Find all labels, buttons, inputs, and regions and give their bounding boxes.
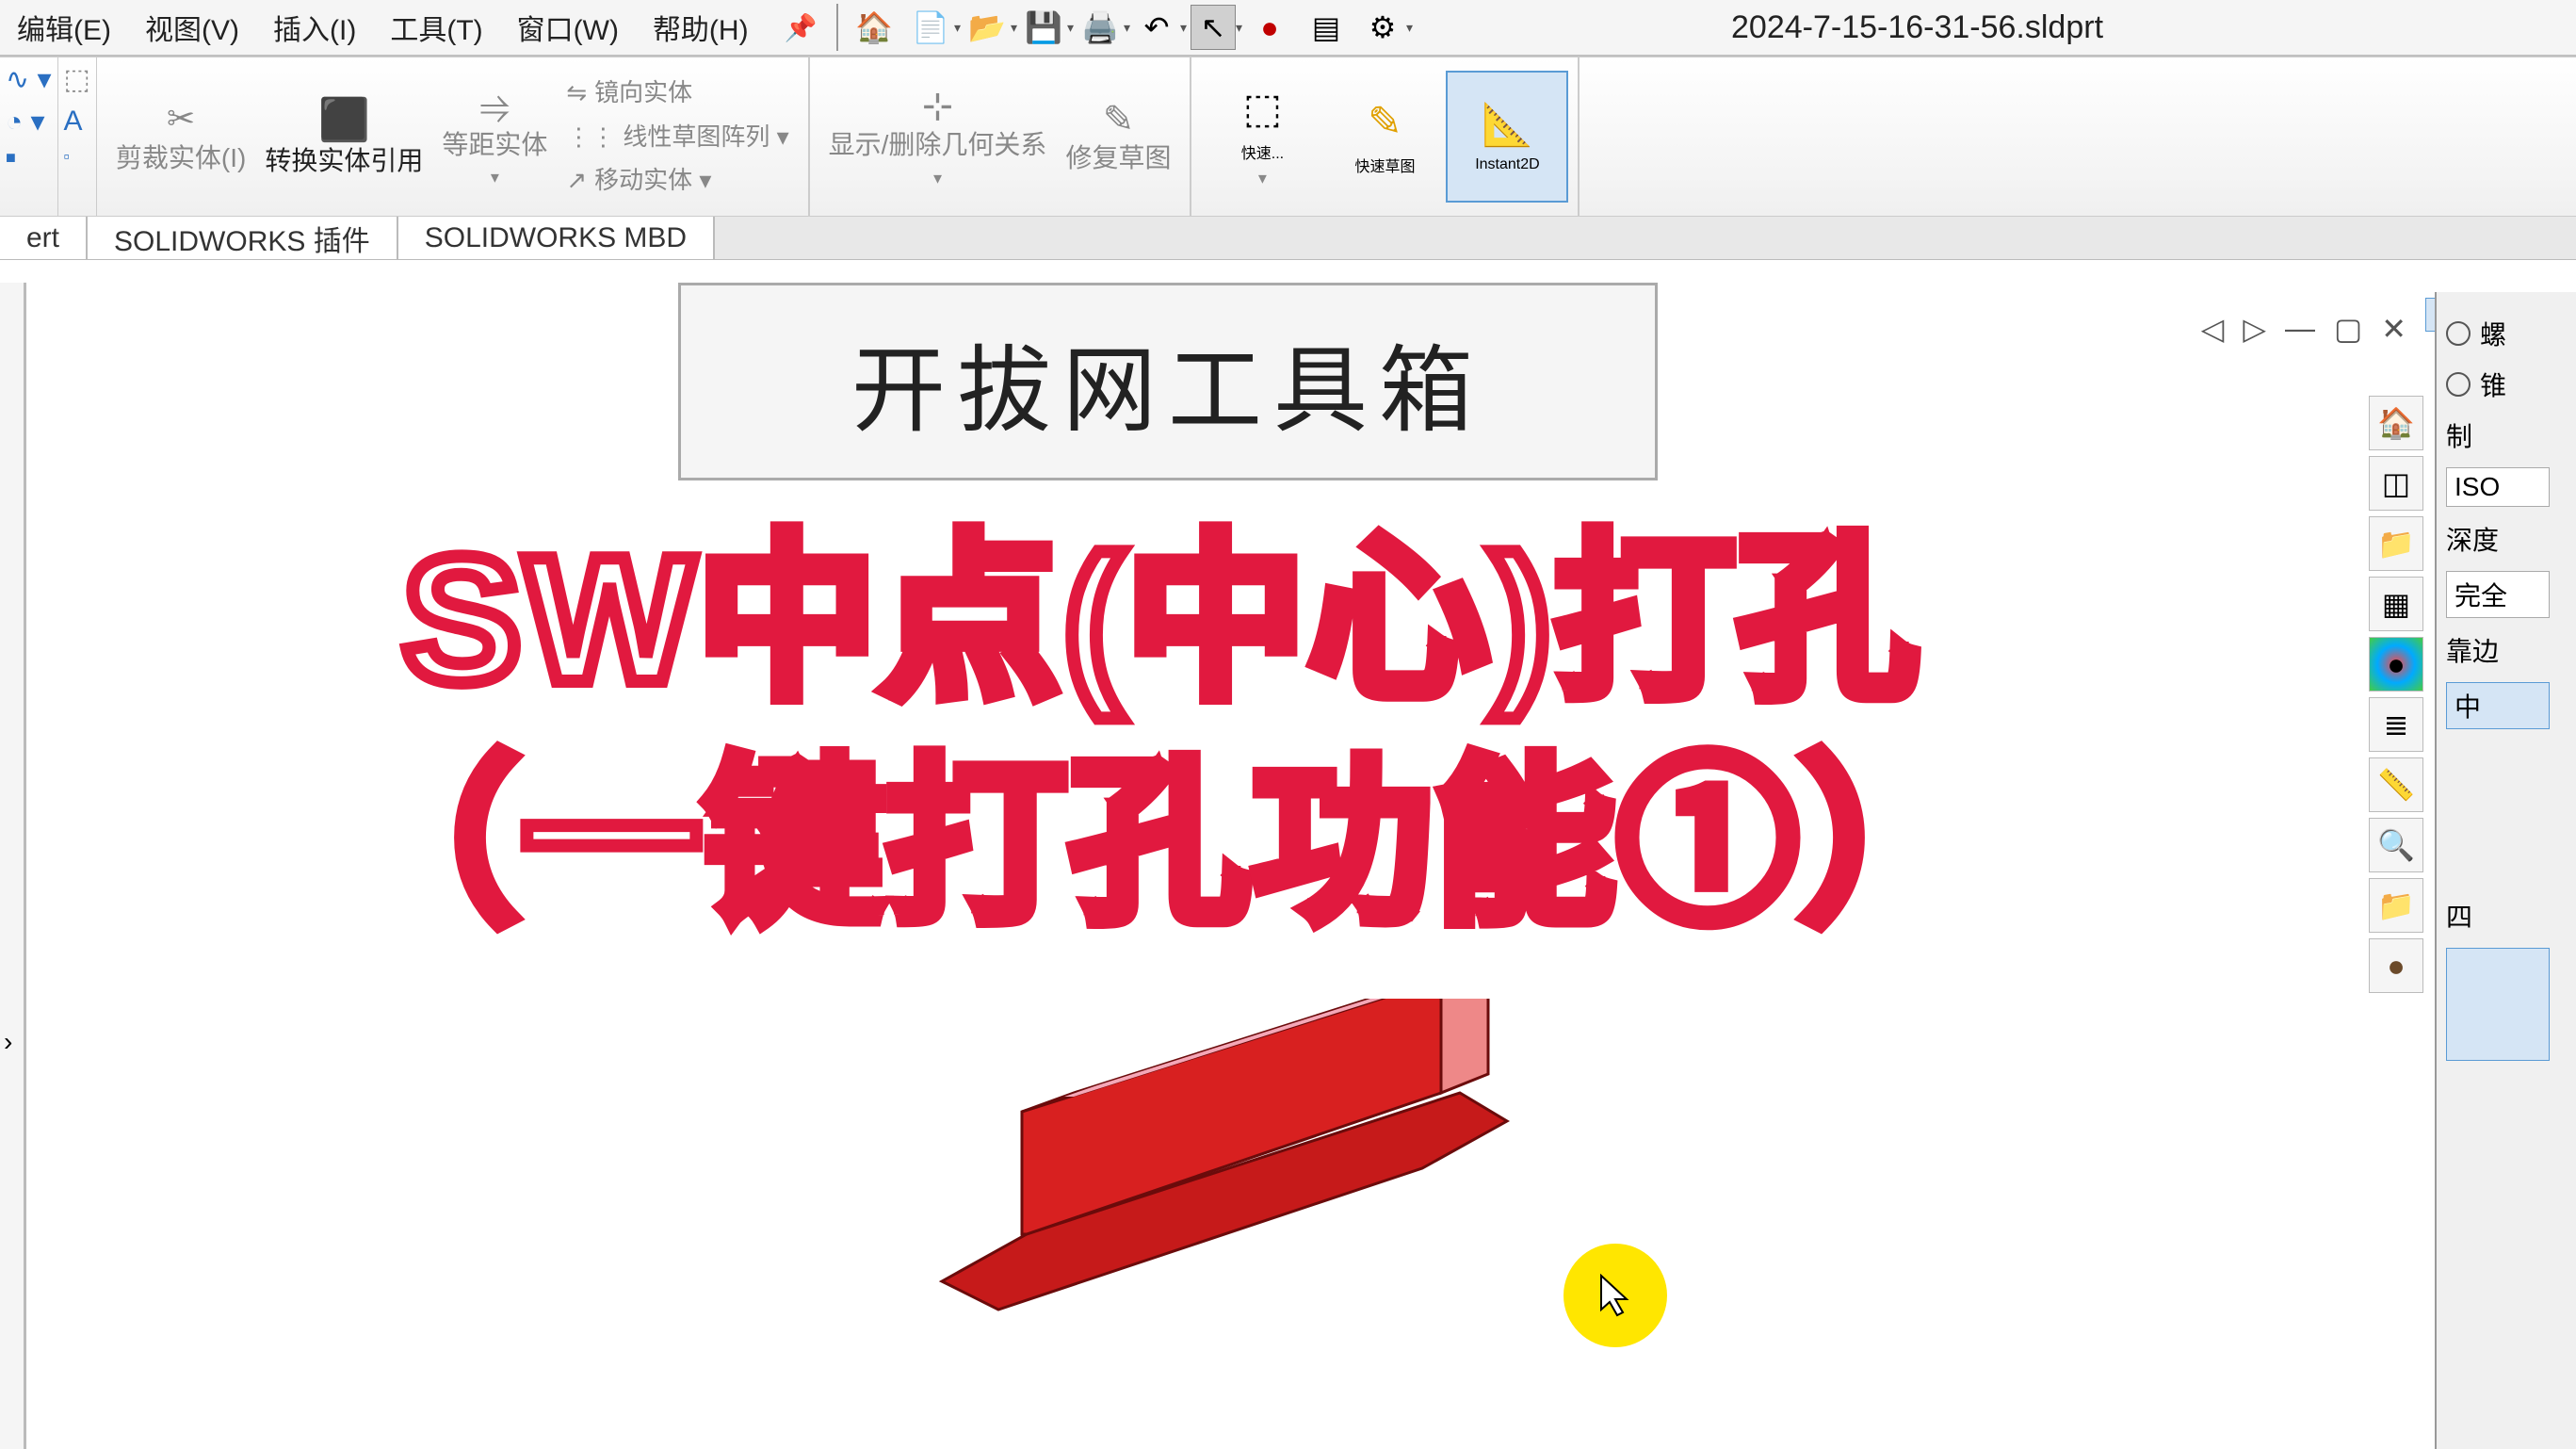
radio-taper-label: 锥	[2480, 366, 2506, 403]
prev-view-button[interactable]: ◁	[2201, 311, 2225, 347]
measure-icon[interactable]: 📏	[2369, 757, 2423, 812]
divider	[836, 4, 838, 51]
overlay-caption: SW中点(中心)打孔 （一键打孔功能①）	[339, 509, 1984, 956]
bbox-icon[interactable]: ▦	[2369, 577, 2423, 631]
view-toolbar: 🏠 ◫ 📁 ▦ ● ≣ 📏 🔍 📁 ●	[2369, 396, 2425, 993]
standard-label: 制	[2446, 416, 2472, 454]
rapid-button[interactable]: ⬚ 快速... ▾	[1201, 71, 1323, 203]
cursor-arrow-icon	[1596, 1274, 1634, 1317]
quad-label: 四	[2446, 897, 2472, 935]
undo-button[interactable]: ↶	[1134, 5, 1179, 50]
task-pane: 螺 锥 制 ISO 深度 完全 靠边 中 四	[2435, 292, 2576, 1449]
show-delete-relations-button[interactable]: 显示/删除几何关系	[829, 128, 1047, 162]
origin-marker-icon: ›	[4, 1018, 12, 1066]
radio-taper[interactable]	[2446, 372, 2471, 397]
repair-sketch-button[interactable]: 修复草图	[1065, 141, 1171, 175]
settings-button[interactable]: ⚙	[1360, 5, 1405, 50]
edge-label: 靠边	[2446, 631, 2499, 669]
mirror-entities-button[interactable]: ⇋镜向实体	[566, 71, 692, 115]
pin-icon[interactable]: 📌	[785, 12, 818, 43]
rebuild-status-icon[interactable]: ●	[1247, 5, 1292, 50]
print-button[interactable]: 🖨️	[1077, 5, 1123, 50]
minimize-button[interactable]: —	[2285, 311, 2315, 347]
save-button[interactable]: 💾	[1021, 5, 1066, 50]
sketch-text-icon[interactable]: A	[64, 106, 90, 138]
rapid-sketch-button[interactable]: ✎ 快速草图	[1323, 71, 1446, 203]
appearance-icon[interactable]: ●	[2369, 637, 2423, 692]
depth-field[interactable]: 完全	[2446, 571, 2550, 618]
sketch-arc-icon[interactable]: ◔ ▾	[6, 106, 52, 138]
sketch-dim-icon[interactable]: ⬚	[64, 63, 90, 96]
quad-field[interactable]	[2446, 948, 2550, 1061]
list-icon[interactable]: ≣	[2369, 697, 2423, 752]
menu-window[interactable]: 窗口(W)	[500, 7, 636, 48]
maximize-button[interactable]: ▢	[2334, 311, 2362, 347]
next-view-button[interactable]: ▷	[2243, 311, 2266, 347]
ribbon: ∿ ▾ ◔ ▾ ■ ⬚ A ▫ ✂ 剪裁实体(I) ⬛ 转换实体引用 ⥤ 等距实…	[0, 57, 2576, 217]
menu-edit[interactable]: 编辑(E)	[0, 7, 128, 48]
home-view-icon[interactable]: 🏠	[2369, 396, 2423, 450]
edge-field[interactable]: 中	[2446, 682, 2550, 729]
cursor-highlight	[1563, 1244, 1667, 1347]
command-tabs: ert SOLIDWORKS 插件 SOLIDWORKS MBD	[0, 217, 2576, 260]
radio-thread[interactable]	[2446, 321, 2471, 346]
menu-view[interactable]: 视图(V)	[128, 7, 256, 48]
instant2d-button[interactable]: 📐 Instant2D	[1446, 71, 1568, 203]
open-button[interactable]: 📂	[964, 5, 1010, 50]
trim-entities-button[interactable]: 剪裁实体(I)	[116, 141, 246, 175]
material-folder-icon[interactable]: 📁	[2369, 878, 2423, 933]
document-title: 2024-7-15-16-31-56.sldprt	[1731, 9, 2103, 46]
sphere-shade-icon[interactable]: ●	[2369, 938, 2423, 993]
feature-tree-panel: ›	[0, 283, 26, 1449]
standard-field[interactable]: ISO	[2446, 467, 2550, 507]
convert-entities-button[interactable]: 转换实体引用	[265, 144, 423, 178]
linear-pattern-button[interactable]: ⋮⋮线性草图阵列 ▾	[566, 115, 788, 159]
close-button[interactable]: ✕	[2381, 311, 2406, 347]
menu-insert[interactable]: 插入(I)	[256, 7, 373, 48]
sketch-point-icon[interactable]: ■	[6, 148, 52, 168]
isometric-view-icon[interactable]: ◫	[2369, 456, 2423, 511]
offset-entities-button[interactable]: 等距实体	[442, 128, 547, 162]
folder-icon[interactable]: 📁	[2369, 516, 2423, 571]
tab-solidworks-addin[interactable]: SOLIDWORKS 插件	[88, 217, 398, 259]
menu-tools[interactable]: 工具(T)	[373, 7, 499, 48]
select-button[interactable]: ↖	[1191, 5, 1236, 50]
move-entities-button[interactable]: ↗移动实体 ▾	[566, 158, 711, 203]
radio-thread-label: 螺	[2480, 315, 2506, 352]
options-list-button[interactable]: ▤	[1304, 5, 1349, 50]
tab-solidworks-mbd[interactable]: SOLIDWORKS MBD	[398, 217, 715, 259]
depth-label: 深度	[2446, 520, 2499, 558]
sketch-tiny-icon[interactable]: ▫	[64, 147, 90, 167]
kaiba-toolbox-title: 开拔网工具箱	[678, 283, 1658, 480]
inspect-icon[interactable]: 🔍	[2369, 818, 2423, 872]
sketch-spline-icon[interactable]: ∿ ▾	[6, 63, 52, 96]
new-button[interactable]: 📄	[908, 5, 953, 50]
menu-help[interactable]: 帮助(H)	[636, 7, 766, 48]
home-button[interactable]: 🏠	[851, 5, 897, 50]
tab-insert[interactable]: ert	[0, 217, 88, 259]
model-3d-part	[932, 999, 1535, 1319]
